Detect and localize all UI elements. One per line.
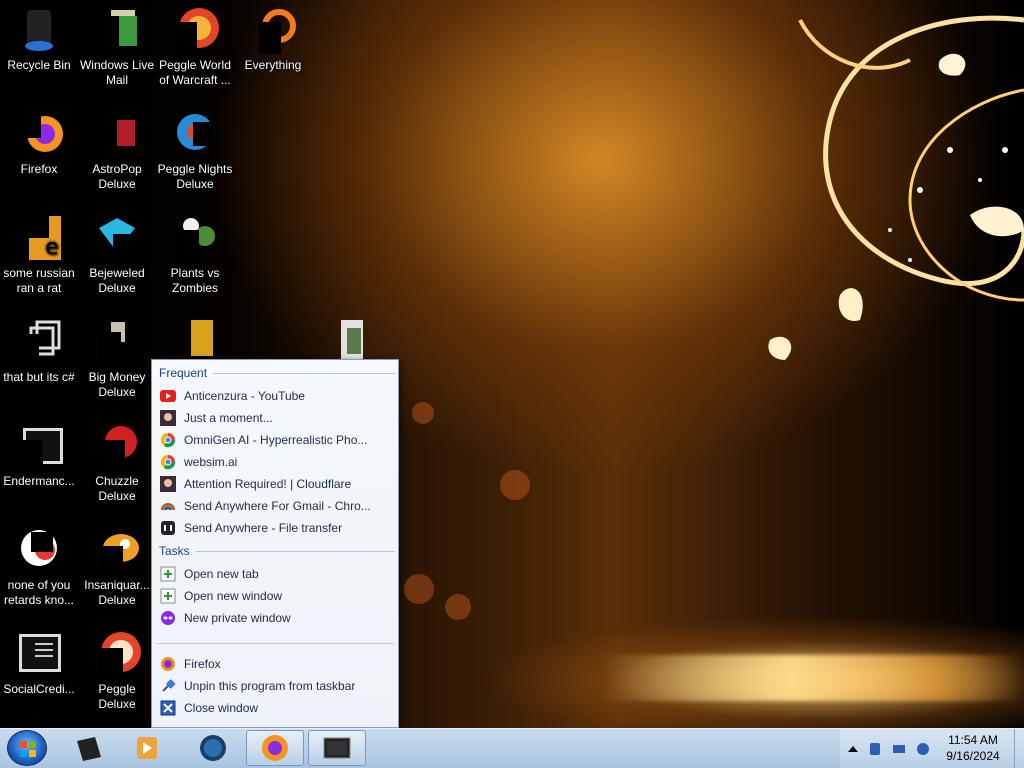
desktop-icon-peggle-wow[interactable]: Peggle World of Warcraft ... — [156, 6, 234, 88]
peggle-icon — [93, 630, 141, 678]
svg-text:e: e — [45, 235, 59, 260]
peggle-nights-icon — [171, 110, 219, 158]
chuzzle-icon — [93, 422, 141, 470]
pin-icon — [160, 678, 176, 694]
tray-volume[interactable] — [916, 741, 930, 755]
jump-list-item-omnigen[interactable]: OmniGen AI - Hyperrealistic Pho... — [160, 430, 392, 450]
taskbar-app-firefox[interactable] — [246, 730, 304, 766]
peggle-icon — [171, 6, 219, 54]
chevron-up-icon — [848, 746, 858, 752]
send-anywhere-icon — [160, 520, 176, 536]
jump-list-item-youtube[interactable]: Anticenzura - YouTube — [160, 386, 392, 406]
terminal-icon — [15, 630, 63, 678]
page-icon — [160, 410, 176, 426]
firefox-icon — [160, 656, 176, 672]
taskbar-app-recycle[interactable] — [60, 730, 118, 766]
recycle-bin-icon — [15, 6, 63, 54]
desktop-icon-socialcredit[interactable]: SocialCredi... — [0, 630, 78, 697]
tray-bluetooth[interactable] — [868, 741, 882, 755]
jump-list-close-window[interactable]: Close window — [160, 698, 392, 718]
desktop-icon-everything[interactable]: Everything — [234, 6, 312, 73]
jump-list-task-new-tab[interactable]: Open new tab — [160, 564, 392, 584]
terminal-icon — [323, 737, 351, 759]
desktop-icon-endermanc[interactable]: Endermanc... — [0, 422, 78, 489]
desktop-icon-firefox[interactable]: Firefox — [0, 110, 78, 177]
desktop-icon-peggle-deluxe[interactable]: Peggle Deluxe — [78, 630, 156, 712]
wallpaper-bokeh — [500, 470, 530, 500]
app-icon — [77, 737, 101, 761]
firefox-icon — [262, 735, 288, 761]
wallpaper-bokeh — [404, 574, 434, 604]
firefox-jump-list: Frequent Anticenzura - YouTube Just a mo… — [151, 359, 399, 728]
bluetooth-icon — [870, 743, 880, 755]
new-tab-icon — [160, 566, 176, 582]
taskbar-clock[interactable]: 11:54 AM 9/16/2024 — [936, 732, 1010, 764]
desktop-icon-astropop[interactable]: AstroPop Deluxe — [78, 110, 156, 192]
plants-icon — [171, 214, 219, 262]
page-icon — [160, 476, 176, 492]
wallpaper-glow — [600, 655, 1024, 701]
show-desktop-button[interactable] — [1014, 729, 1024, 768]
jump-list-item-send-anywhere[interactable]: Send Anywhere - File transfer — [160, 518, 392, 538]
jump-list-task-private-window[interactable]: New private window — [160, 608, 392, 628]
network-icon — [893, 745, 905, 753]
desktop-icon-that-but-c-sharp[interactable]: that but its c# — [0, 318, 78, 385]
big-money-icon — [93, 318, 141, 366]
terminal-icon — [15, 422, 63, 470]
app-icon — [15, 526, 63, 574]
shortcut-icon — [15, 318, 63, 366]
firefox-icon — [15, 110, 63, 158]
tray-network[interactable] — [892, 741, 906, 755]
jump-list-task-new-window[interactable]: Open new window — [160, 586, 392, 606]
taskbar-app-globe[interactable] — [184, 730, 242, 766]
search-icon — [249, 6, 297, 54]
desktop-icon-peggle-nights[interactable]: Peggle Nights Deluxe — [156, 110, 234, 192]
desktop-icon-none-of-you[interactable]: none of you retards kno... — [0, 526, 78, 608]
jump-list-frequent-header: Frequent — [159, 366, 395, 380]
desktop-icon-recycle-bin[interactable]: Recycle Bin — [0, 6, 78, 73]
rainbow-icon — [160, 498, 176, 514]
desktop-icon-plants-vs-zombies[interactable]: Plants vs Zombies — [156, 214, 234, 296]
mail-icon — [93, 6, 141, 54]
wallpaper-bokeh — [445, 594, 471, 620]
new-window-icon — [160, 588, 176, 604]
taskbar-app-media-player[interactable] — [118, 730, 176, 766]
private-window-icon — [160, 610, 176, 626]
taskbar-app-console[interactable] — [308, 730, 366, 766]
jump-list-item-cloudflare[interactable]: Attention Required! | Cloudflare — [160, 474, 392, 494]
jump-list-item-just-a-moment[interactable]: Just a moment... — [160, 408, 392, 428]
desktop-icon-russian-rat[interactable]: e some russian ran a rat — [0, 214, 78, 296]
desktop-icon-insaniquarium[interactable]: Insaniquar... Deluxe — [78, 526, 156, 608]
globe-icon — [200, 735, 226, 761]
desktop-icon-chuzzle[interactable]: Chuzzle Deluxe — [78, 422, 156, 504]
wallpaper-bokeh — [412, 402, 434, 424]
close-icon — [160, 700, 176, 716]
chrome-icon — [160, 432, 176, 448]
jump-list-tasks-header: Tasks — [159, 544, 395, 558]
wallpaper-swirl — [768, 15, 1024, 360]
desktop-icon-big-money[interactable]: Big Money Deluxe — [78, 318, 156, 400]
clock-date: 9/16/2024 — [946, 749, 1000, 763]
file-icon: e — [15, 214, 63, 262]
jump-list-unpin[interactable]: Unpin this program from taskbar — [160, 676, 392, 696]
desktop-icon-bejeweled[interactable]: Bejeweled Deluxe — [78, 214, 156, 296]
jump-list-divider — [156, 643, 394, 644]
speaker-icon — [917, 743, 929, 755]
clock-time: 11:54 AM — [948, 733, 998, 747]
jump-list-firefox[interactable]: Firefox — [160, 654, 392, 674]
fish-icon — [93, 526, 141, 574]
astropop-icon — [93, 110, 141, 158]
chrome-icon — [160, 454, 176, 470]
desktop-icon-windows-live-mail[interactable]: Windows Live Mail — [78, 6, 156, 88]
show-hidden-icons-button[interactable] — [846, 741, 860, 755]
youtube-icon — [160, 388, 176, 404]
jump-list-item-send-anywhere-gmail[interactable]: Send Anywhere For Gmail - Chro... — [160, 496, 392, 516]
windows-logo-icon — [20, 741, 36, 757]
bejeweled-icon — [93, 214, 141, 262]
start-button[interactable] — [7, 730, 47, 766]
jump-list-item-websim[interactable]: websim.ai — [160, 452, 392, 472]
media-player-icon — [137, 737, 157, 759]
